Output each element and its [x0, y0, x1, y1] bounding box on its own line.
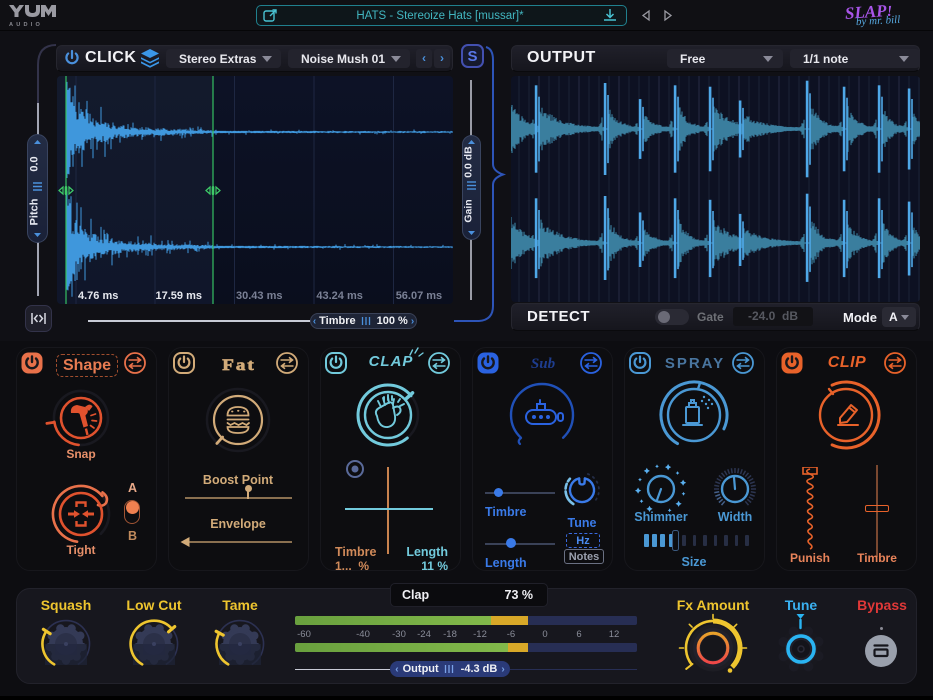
svg-text:17.59 ms: 17.59 ms — [156, 290, 202, 302]
svg-text:4.76 ms: 4.76 ms — [78, 290, 118, 302]
svg-text:43.24 ms: 43.24 ms — [316, 290, 362, 302]
svg-text:Gain: Gain — [463, 199, 475, 222]
svg-text:30.43 ms: 30.43 ms — [236, 290, 282, 302]
svg-text:0.0 dB: 0.0 dB — [463, 146, 475, 178]
svg-text:56.07 ms: 56.07 ms — [396, 290, 442, 302]
svg-text:AUDIO: AUDIO — [9, 22, 43, 28]
svg-text:Pitch: Pitch — [29, 198, 41, 225]
svg-text:0.0: 0.0 — [29, 156, 41, 171]
